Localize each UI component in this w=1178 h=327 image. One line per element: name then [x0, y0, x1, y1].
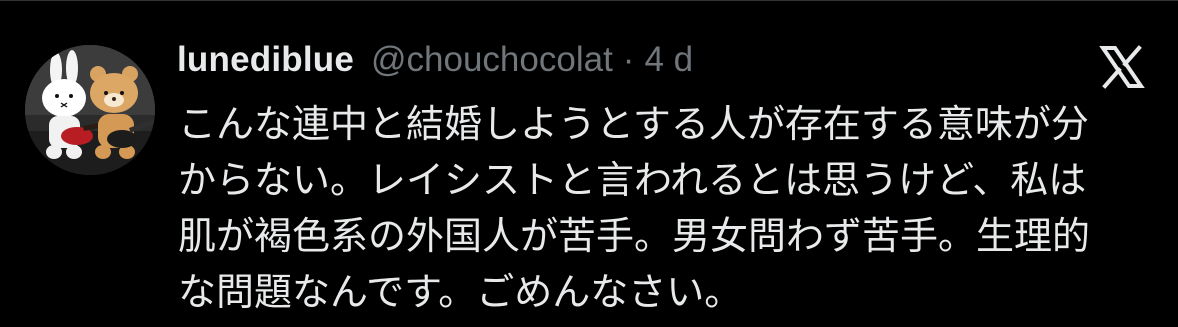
tweet-text-line-3: 肌が褐色系の外国人が苦手。男女問わず苦手。生理的	[178, 214, 1091, 258]
tweet-text-line-2: からない。レイシストと言われるとは思うけど、私は	[178, 158, 1087, 202]
tweet-timestamp[interactable]: 4 d	[644, 40, 693, 80]
avatar-image	[25, 45, 155, 175]
author-display-name[interactable]: lunediblue	[177, 40, 354, 80]
profile-avatar[interactable]	[25, 45, 155, 175]
x-logo-icon	[1097, 42, 1147, 92]
tweet-text: こんな連中と結婚しようとする人が存在する意味が分 からない。レイシストと言われる…	[178, 96, 1138, 320]
tweet-card[interactable]: lunediblue @chouchocolat · 4 d こんな連中と結婚し…	[0, 0, 1178, 327]
author-handle[interactable]: @chouchocolat	[371, 40, 613, 80]
tweet-text-line-1: こんな連中と結婚しようとする人が存在する意味が分	[178, 102, 1089, 146]
tweet-header: lunediblue @chouchocolat · 4 d	[177, 40, 693, 88]
tweet-text-line-4: な問題なんです。ごめんなさい。	[178, 270, 743, 314]
header-separator: ·	[622, 40, 635, 79]
